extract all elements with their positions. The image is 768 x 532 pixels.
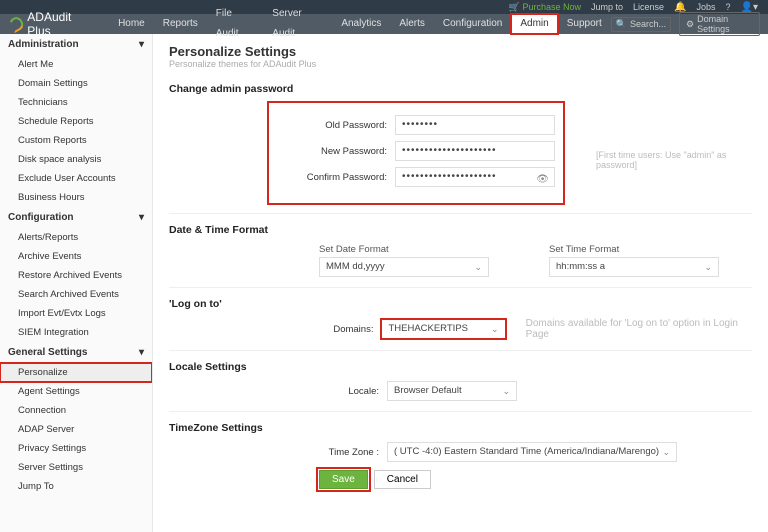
sidebar-item-connection[interactable]: Connection	[0, 401, 152, 420]
help-link[interactable]: ?	[726, 2, 731, 12]
sidebar: Administration▾ Alert Me Domain Settings…	[0, 34, 153, 532]
password-hint: [First time users: Use "admin" as passwo…	[596, 150, 768, 170]
new-password-input[interactable]: •••••••••••••••••••••	[395, 141, 555, 161]
section-change-password: Change admin password	[169, 83, 752, 95]
sidebar-item-alerts-reports[interactable]: Alerts/Reports	[0, 228, 152, 247]
sidebar-item-domain-settings[interactable]: Domain Settings	[0, 74, 152, 93]
old-password-input[interactable]: ••••••••	[395, 115, 555, 135]
domains-label: Domains:	[269, 324, 373, 335]
page-title: Personalize Settings	[169, 44, 752, 59]
user-icon[interactable]: 👤▾	[741, 2, 758, 13]
search-input[interactable]: 🔍Search...	[611, 17, 671, 32]
section-date-time: Date & Time Format	[169, 224, 752, 236]
jump-to-link[interactable]: Jump to	[591, 2, 623, 12]
section-timezone: TimeZone Settings	[169, 422, 752, 434]
sidebar-item-custom-reports[interactable]: Custom Reports	[0, 131, 152, 150]
nav-analytics[interactable]: Analytics	[332, 14, 390, 34]
sidebar-item-disk-space[interactable]: Disk space analysis	[0, 150, 152, 169]
domains-hint: Domains available for 'Log on to' option…	[526, 318, 752, 340]
nav-support[interactable]: Support	[558, 14, 611, 34]
cart-icon[interactable]: 🛒 Purchase Now	[509, 2, 581, 13]
password-block: Old Password: •••••••• New Password: •••…	[269, 103, 563, 203]
sidebar-item-technicians[interactable]: Technicians	[0, 93, 152, 112]
caret-down-icon: ▾	[139, 39, 144, 50]
nav-configuration[interactable]: Configuration	[434, 14, 511, 34]
sidebar-section-configuration[interactable]: Configuration▾	[0, 207, 152, 228]
nav-alerts[interactable]: Alerts	[390, 14, 434, 34]
bell-icon[interactable]: 🔔	[674, 2, 686, 13]
chevron-down-icon: ⌄	[662, 443, 670, 461]
nav-admin[interactable]: Admin	[511, 14, 557, 34]
sidebar-item-siem[interactable]: SIEM Integration	[0, 323, 152, 342]
sidebar-section-general[interactable]: General Settings▾	[0, 342, 152, 363]
section-locale: Locale Settings	[169, 361, 752, 373]
nav-reports[interactable]: Reports	[154, 14, 207, 34]
new-password-label: New Password:	[277, 146, 387, 157]
sidebar-section-administration[interactable]: Administration▾	[0, 34, 152, 55]
gear-icon: ⚙	[686, 19, 694, 30]
cancel-button[interactable]: Cancel	[374, 470, 431, 489]
nav-home[interactable]: Home	[109, 14, 154, 34]
logo-icon	[7, 15, 26, 34]
domains-select[interactable]: THEHACKERTIPS⌄	[381, 319, 505, 339]
chevron-down-icon: ⌄	[704, 258, 712, 276]
main-nav: ADAudit Plus Home Reports File Audit Ser…	[0, 14, 768, 34]
timezone-select[interactable]: ( UTC -4:0) Eastern Standard Time (Ameri…	[387, 442, 677, 462]
time-format-label: Set Time Format	[549, 244, 719, 255]
time-format-select[interactable]: hh:mm:ss a⌄	[549, 257, 719, 277]
sidebar-item-search-archived[interactable]: Search Archived Events	[0, 285, 152, 304]
sidebar-item-archive-events[interactable]: Archive Events	[0, 247, 152, 266]
license-link[interactable]: License	[633, 2, 664, 12]
confirm-password-label: Confirm Password:	[277, 172, 387, 183]
sidebar-item-server-settings[interactable]: Server Settings	[0, 458, 152, 477]
chevron-down-icon: ⌄	[502, 382, 510, 400]
caret-down-icon: ▾	[139, 212, 144, 223]
sidebar-item-business-hours[interactable]: Business Hours	[0, 188, 152, 207]
old-password-label: Old Password:	[277, 120, 387, 131]
sidebar-item-exclude-users[interactable]: Exclude User Accounts	[0, 169, 152, 188]
sidebar-item-alert-me[interactable]: Alert Me	[0, 55, 152, 74]
sidebar-item-personalize[interactable]: Personalize	[0, 363, 152, 382]
caret-down-icon: ▾	[139, 347, 144, 358]
locale-select[interactable]: Browser Default⌄	[387, 381, 517, 401]
sidebar-item-privacy[interactable]: Privacy Settings	[0, 439, 152, 458]
domain-settings-button[interactable]: ⚙Domain Settings	[679, 12, 760, 36]
eye-icon[interactable]: 👁	[536, 171, 550, 189]
sidebar-item-adap-server[interactable]: ADAP Server	[0, 420, 152, 439]
date-format-label: Set Date Format	[319, 244, 489, 255]
save-button[interactable]: Save	[319, 470, 368, 489]
locale-label: Locale:	[269, 386, 379, 397]
sidebar-item-import-evt[interactable]: Import Evt/Evtx Logs	[0, 304, 152, 323]
chevron-down-icon: ⌄	[474, 258, 482, 276]
sidebar-item-restore-archived[interactable]: Restore Archived Events	[0, 266, 152, 285]
page-subtitle: Personalize themes for ADAudit Plus	[169, 59, 752, 69]
timezone-label: Time Zone :	[269, 447, 379, 458]
sidebar-item-schedule-reports[interactable]: Schedule Reports	[0, 112, 152, 131]
search-icon: 🔍	[616, 19, 627, 30]
sidebar-item-agent-settings[interactable]: Agent Settings	[0, 382, 152, 401]
confirm-password-input[interactable]: •••••••••••••••••••••👁	[395, 167, 555, 187]
section-logon: 'Log on to'	[169, 298, 752, 310]
chevron-down-icon: ⌄	[491, 320, 499, 338]
jobs-link[interactable]: Jobs	[696, 2, 715, 12]
sidebar-item-jump-to[interactable]: Jump To	[0, 477, 152, 496]
date-format-select[interactable]: MMM dd,yyyy⌄	[319, 257, 489, 277]
content-area: Personalize Settings Personalize themes …	[153, 34, 768, 532]
